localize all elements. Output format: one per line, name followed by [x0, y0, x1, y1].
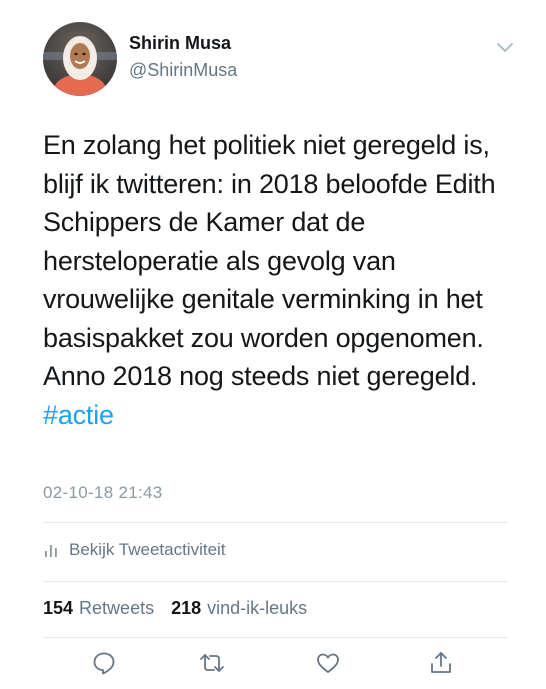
avatar[interactable]: [43, 22, 117, 96]
reply-button[interactable]: [87, 648, 121, 682]
tweet-text: En zolang het politiek niet geregeld is,…: [43, 126, 513, 434]
retweet-icon: [198, 650, 226, 681]
hashtag-link[interactable]: #actie: [43, 400, 114, 430]
divider: [43, 581, 508, 582]
tweet-actions: [43, 648, 508, 684]
tweet-activity-link[interactable]: Bekijk Tweetactiviteit: [43, 540, 226, 560]
divider: [43, 637, 508, 638]
author-handle[interactable]: @ShirinMusa: [129, 60, 237, 81]
retweets-count[interactable]: 154: [43, 598, 73, 618]
author-name[interactable]: Shirin Musa: [129, 33, 231, 54]
share-icon: [428, 650, 454, 681]
avatar-photo: [43, 36, 117, 96]
tweet-timestamp[interactable]: 02-10-18 21:43: [43, 483, 163, 503]
share-button[interactable]: [424, 648, 458, 682]
retweet-button[interactable]: [195, 648, 229, 682]
divider: [43, 522, 508, 523]
heart-icon: [315, 650, 341, 681]
reply-icon: [91, 650, 117, 681]
tweet-header: Shirin Musa @ShirinMusa: [43, 22, 516, 96]
bar-chart-icon: [43, 542, 59, 558]
activity-label: Bekijk Tweetactiviteit: [69, 540, 226, 559]
tweet-body: En zolang het politiek niet geregeld is,…: [43, 130, 496, 391]
likes-count[interactable]: 218: [171, 598, 201, 618]
chevron-down-icon[interactable]: [494, 36, 516, 58]
tweet-stats: 154 Retweets 218 vind-ik-leuks: [43, 598, 319, 619]
likes-label[interactable]: vind-ik-leuks: [207, 598, 307, 618]
retweets-label[interactable]: Retweets: [79, 598, 154, 618]
like-button[interactable]: [311, 648, 345, 682]
